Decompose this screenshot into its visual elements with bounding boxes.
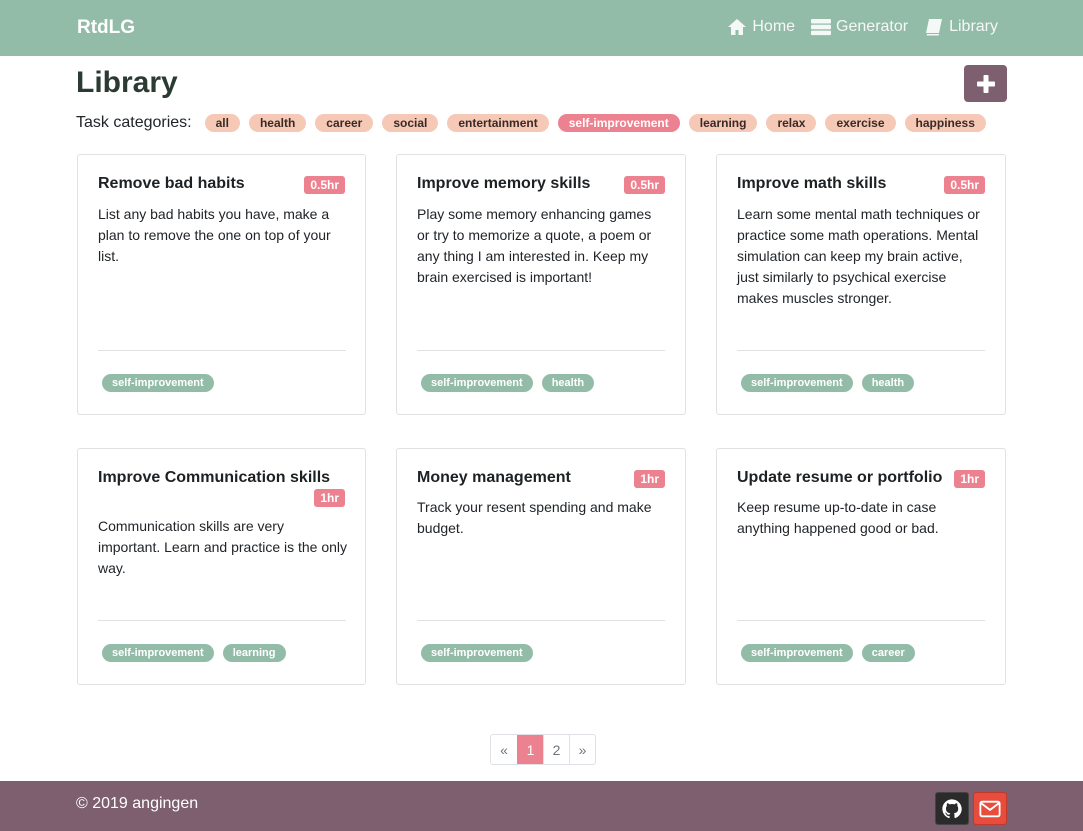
tag-self-improvement[interactable]: self-improvement	[102, 644, 214, 662]
category-label: Task categories:	[76, 114, 192, 131]
tag-self-improvement[interactable]: self-improvement	[741, 374, 853, 392]
duration-badge: 1hr	[314, 489, 345, 507]
tag-health[interactable]: health	[541, 374, 595, 392]
category-happiness[interactable]: happiness	[904, 114, 986, 132]
category-health[interactable]: health	[248, 114, 307, 132]
brand-logo[interactable]: RtdLG	[77, 17, 135, 39]
card-text: Communication skills are very important.…	[98, 518, 348, 576]
card-tags: self-improvement career	[741, 644, 915, 662]
tag-self-improvement[interactable]: self-improvement	[741, 644, 853, 662]
duration-badge: 0.5hr	[944, 176, 985, 194]
navbar: RtdLG Home Generator Library	[0, 0, 1083, 56]
task-card[interactable]: Improve math skills 0.5hr Learn some men…	[716, 154, 1006, 415]
card-title: Update resume or portfolio	[737, 469, 943, 486]
card-tags: self-improvement health	[421, 374, 595, 392]
duration-badge: 1hr	[954, 470, 985, 488]
category-all[interactable]: all	[204, 114, 240, 132]
card-text: Track your resent spending and make budg…	[417, 499, 652, 536]
nav-link-label: Home	[752, 18, 796, 35]
duration-badge: 0.5hr	[304, 176, 345, 194]
github-icon	[942, 798, 962, 818]
add-task-button[interactable]	[964, 65, 1007, 102]
card-title: Improve math skills	[737, 175, 887, 192]
tag-self-improvement[interactable]: self-improvement	[421, 644, 533, 662]
card-title: Improve memory skills	[417, 175, 591, 192]
task-card[interactable]: Improve memory skills 0.5hr Play some me…	[396, 154, 686, 415]
nav-link-label: Generator	[836, 18, 909, 35]
card-tags: self-improvement	[421, 644, 533, 662]
task-card[interactable]: Money management 1hr Track your resent s…	[396, 448, 686, 685]
category-exercise[interactable]: exercise	[825, 114, 896, 132]
tag-self-improvement[interactable]: self-improvement	[421, 374, 533, 392]
card-text: Learn some mental math techniques or pra…	[737, 206, 980, 306]
category-entertainment[interactable]: entertainment	[447, 114, 549, 132]
tag-self-improvement[interactable]: self-improvement	[102, 374, 214, 392]
card-title: Remove bad habits	[98, 175, 245, 192]
nav-link-generator[interactable]: Generator	[811, 18, 908, 36]
pagination-next[interactable]: »	[569, 735, 595, 764]
card-text: Keep resume up-to-date in case anything …	[737, 499, 939, 536]
category-filter: Task categories: all health career socia…	[76, 114, 986, 132]
pagination: « 1 2 »	[490, 734, 596, 765]
plus-icon	[976, 74, 995, 93]
card-divider	[737, 620, 985, 621]
pagination-prev[interactable]: «	[491, 735, 517, 764]
page-title: Library	[76, 66, 178, 99]
card-divider	[417, 350, 665, 351]
card-title: Money management	[417, 469, 571, 486]
card-text: Play some memory enhancing games or try …	[417, 206, 652, 285]
envelope-icon	[979, 800, 1001, 817]
card-tags: self-improvement	[102, 374, 214, 392]
duration-badge: 0.5hr	[624, 176, 665, 194]
github-link-button[interactable]	[935, 792, 969, 825]
card-text: List any bad habits you have, make a pla…	[98, 206, 331, 264]
copyright-text: © 2019 angingen	[76, 795, 199, 812]
server-icon	[811, 19, 832, 36]
category-self-improvement[interactable]: self-improvement	[557, 114, 680, 132]
nav-link-library[interactable]: Library	[924, 18, 998, 36]
footer: © 2019 angingen	[0, 781, 1083, 831]
tag-learning[interactable]: learning	[222, 644, 286, 662]
task-card[interactable]: Remove bad habits 0.5hr List any bad hab…	[77, 154, 366, 415]
card-tags: self-improvement health	[741, 374, 915, 392]
book-icon	[926, 19, 943, 36]
home-icon	[728, 19, 747, 35]
duration-badge: 1hr	[634, 470, 665, 488]
card-title: Improve Communication skills	[98, 469, 331, 486]
task-card[interactable]: Update resume or portfolio 1hr Keep resu…	[716, 448, 1006, 685]
pagination-page-2[interactable]: 2	[543, 735, 569, 764]
category-career[interactable]: career	[315, 114, 374, 132]
card-divider	[417, 620, 665, 621]
category-social[interactable]: social	[382, 114, 439, 132]
task-card[interactable]: Improve Communication skills 1hr Communi…	[77, 448, 366, 685]
pagination-page-1[interactable]: 1	[517, 735, 543, 764]
category-learning[interactable]: learning	[688, 114, 758, 132]
card-divider	[98, 620, 346, 621]
nav-link-label: Library	[949, 18, 998, 35]
nav-links: Home Generator Library	[727, 18, 998, 36]
tag-health[interactable]: health	[861, 374, 915, 392]
email-link-button[interactable]	[973, 792, 1007, 825]
card-divider	[98, 350, 346, 351]
card-divider	[737, 350, 985, 351]
card-tags: self-improvement learning	[102, 644, 286, 662]
nav-link-home[interactable]: Home	[727, 18, 795, 36]
category-relax[interactable]: relax	[766, 114, 817, 132]
tag-career[interactable]: career	[861, 644, 915, 662]
